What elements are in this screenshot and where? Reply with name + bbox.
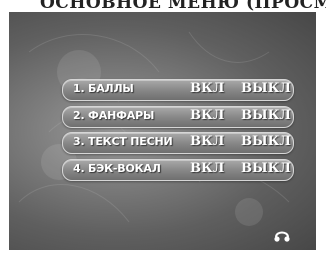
menu-item-scores[interactable]: 1. БАЛЛЫ ВКЛ ВЫКЛ [62,79,294,101]
headphones-icon [274,231,290,242]
menu-item-lyrics[interactable]: 3. ТЕКСТ ПЕСНИ ВКЛ ВЫКЛ [62,132,294,154]
option-on[interactable]: ВКЛ [190,81,224,96]
option-on[interactable]: ВКЛ [190,108,224,123]
option-off[interactable]: ВЫКЛ [241,81,291,96]
menu-item-label: 4. БЭК-ВОКАЛ [73,161,161,175]
header-title-cropped: ОСНОВНОЕ МЕНЮ (ПРОСМ [40,0,326,12]
option-on[interactable]: ВКЛ [190,134,224,149]
option-on[interactable]: ВКЛ [190,161,224,176]
menu-item-label: 3. ТЕКСТ ПЕСНИ [73,135,173,148]
menu-item-label: 1. БАЛЛЫ [73,82,134,95]
option-off[interactable]: ВЫКЛ [241,134,291,149]
header-band: ОСНОВНОЕ МЕНЮ (ПРОСМ [0,0,326,12]
option-off[interactable]: ВЫКЛ [241,161,291,176]
menu-item-label: 2. ФАНФАРЫ [73,108,155,122]
settings-menu: 1. БАЛЛЫ ВКЛ ВЫКЛ 2. ФАНФАРЫ ВКЛ ВЫКЛ 3.… [62,79,294,185]
menu-item-backing-vocals[interactable]: 4. БЭК-ВОКАЛ ВКЛ ВЫКЛ [62,158,294,181]
menu-item-fanfares[interactable]: 2. ФАНФАРЫ ВКЛ ВЫКЛ [62,105,294,128]
tv-screen: 1. БАЛЛЫ ВКЛ ВЫКЛ 2. ФАНФАРЫ ВКЛ ВЫКЛ 3.… [9,12,316,250]
option-off[interactable]: ВЫКЛ [241,108,291,123]
